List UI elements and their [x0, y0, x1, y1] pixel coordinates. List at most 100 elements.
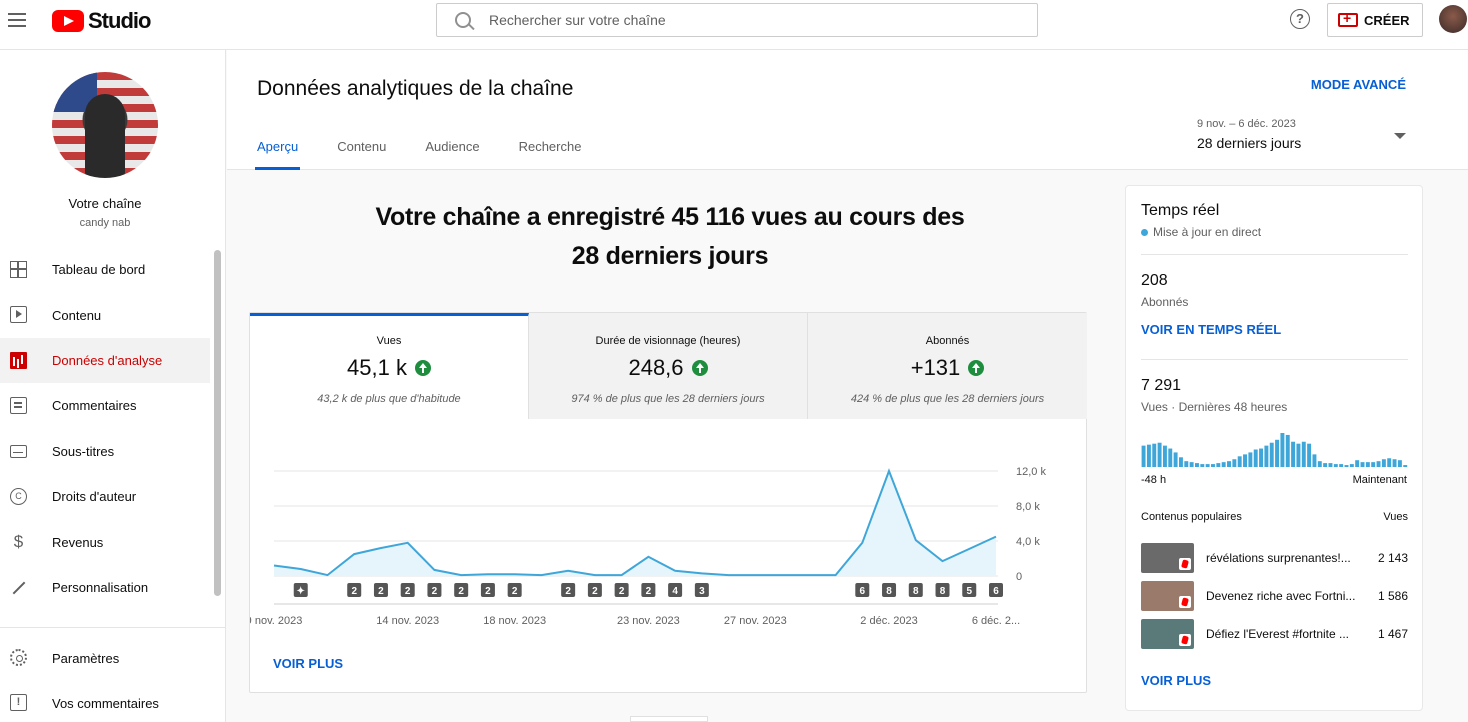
realtime-link[interactable]: VOIR EN TEMPS RÉEL [1141, 322, 1281, 337]
upload-marker-label: 2 [592, 586, 598, 597]
metric-value-row: 248,6 [529, 355, 807, 381]
sidebar-item-feedback[interactable]: ! Vos commentaires [0, 683, 226, 722]
tab-audience[interactable]: Audience [425, 139, 479, 170]
popular-item[interactable]: révélations surprenantes!... 2 143 [1141, 543, 1408, 573]
views-chart[interactable]: 12,0 k 8,0 k 4,0 k 0 ✦ 2 2 2 2 2 2 2 2 2 2 2 4 3 6 8 8 8 5 6 9 n… [250, 453, 1086, 643]
channel-avatar[interactable] [52, 72, 158, 178]
channel-title: Votre chaîne [68, 196, 142, 211]
date-range-selector[interactable]: 9 nov. – 6 déc. 2023 28 derniers jours [1197, 118, 1301, 151]
sidebar-item-dashboard[interactable]: Tableau de bord [0, 247, 210, 292]
y-tick-label: 12,0 k [1016, 466, 1046, 478]
upload-marker-label: 8 [886, 586, 892, 597]
sidebar-item-customization[interactable]: Personnalisation [0, 565, 210, 610]
spark-end-label: Maintenant [1352, 474, 1407, 486]
sidebar-nav: Tableau de bord Contenu Données d'analys… [0, 247, 210, 610]
y-tick-label: 0 [1016, 571, 1022, 583]
popular-item-views: 1 586 [1377, 589, 1408, 603]
popular-item[interactable]: Défiez l'Everest #fortnite ... 1 467 [1141, 619, 1408, 649]
search-bar[interactable] [436, 3, 1038, 37]
upload-marker-label: 6 [993, 586, 999, 597]
video-thumbnail [1141, 619, 1194, 649]
tab-content[interactable]: Contenu [337, 139, 386, 170]
spark-bar [1248, 452, 1253, 467]
sidebar-item-analytics[interactable]: Données d'analyse [0, 337, 210, 384]
upload-marker-label: 2 [512, 586, 518, 597]
advanced-mode-button[interactable]: MODE AVANCÉ [1311, 77, 1406, 92]
popular-header-title: Contenus populaires [1141, 511, 1242, 523]
chevron-down-icon[interactable] [1394, 133, 1406, 139]
metric-value: 248,6 [628, 355, 684, 380]
spark-bar [1301, 441, 1306, 467]
popular-item-views: 1 467 [1377, 627, 1408, 641]
popular-item[interactable]: Devenez riche avec Fortni... 1 586 [1141, 581, 1408, 611]
channel-handle: candy nab [79, 217, 131, 229]
spark-bar [1253, 449, 1258, 467]
top-bar: Studio ? CRÉER [0, 0, 1468, 50]
metric-comparison: 43,2 k de plus que d'habitude [317, 393, 461, 405]
analytics-tabs: Aperçu Contenu Audience Recherche [254, 139, 620, 170]
spark-bar [1178, 457, 1183, 467]
popular-item-views: 2 143 [1377, 551, 1408, 565]
metric-tab-views[interactable]: Vues 45,1 k 43,2 k de plus que d'habitud… [250, 313, 529, 419]
menu-icon[interactable] [8, 10, 28, 30]
metric-label: Abonnés [925, 335, 970, 347]
analytics-header: Données analytiques de la chaîne MODE AV… [227, 50, 1468, 170]
spark-bar [1317, 461, 1322, 467]
sidebar-item-content[interactable]: Contenu [0, 292, 210, 337]
sidebar-item-revenue[interactable]: $ Revenus [0, 519, 210, 564]
spark-bar [1237, 456, 1242, 467]
x-tick-label: 23 nov. 2023 [617, 615, 680, 627]
sidebar-item-copyright[interactable]: C Droits d'auteur [0, 474, 210, 519]
revenue-icon: $ [13, 532, 24, 552]
help-icon[interactable]: ? [1290, 9, 1310, 29]
comments-icon [10, 397, 27, 415]
spark-bar [1168, 448, 1173, 467]
sidebar-item-subtitles[interactable]: Sous-titres [0, 429, 210, 474]
copyright-icon: C [10, 487, 27, 505]
spark-bar [1371, 462, 1376, 467]
sidebar-item-settings[interactable]: Paramètres [0, 638, 226, 678]
spark-bar [1323, 463, 1328, 467]
sidebar-scrollbar[interactable] [214, 250, 221, 596]
spark-bar [1243, 454, 1247, 467]
realtime-bar-chart[interactable] [1141, 431, 1408, 467]
spark-start-label: -48 h [1141, 474, 1167, 486]
tab-overview[interactable]: Aperçu [254, 139, 301, 170]
see-more-link[interactable]: VOIR PLUS [273, 656, 343, 671]
upload-marker-label: 2 [485, 586, 491, 597]
spark-bar [1152, 443, 1157, 467]
chart-area [274, 471, 996, 576]
search-input[interactable] [489, 4, 1029, 36]
metric-tab-subscribers[interactable]: Abonnés +131 424 % de plus que les 28 de… [808, 313, 1087, 419]
realtime-card: Temps réel Mise à jour en direct 208 Abo… [1125, 185, 1423, 711]
spark-bar [1307, 443, 1312, 467]
x-tick-label: 6 déc. 2... [972, 615, 1020, 627]
sidebar-item-comments[interactable]: Commentaires [0, 383, 210, 428]
shorts-icon [1179, 634, 1191, 646]
tab-research[interactable]: Recherche [519, 139, 582, 170]
upload-marker-label: 8 [913, 586, 919, 597]
metric-value-row: +131 [808, 355, 1087, 381]
create-button[interactable]: CRÉER [1327, 3, 1423, 37]
upload-marker-label: 2 [458, 586, 464, 597]
sidebar-item-label: Sous-titres [52, 443, 115, 459]
video-thumbnail [1141, 581, 1194, 611]
live-dot-icon [1141, 228, 1148, 236]
studio-logo[interactable]: Studio [52, 8, 151, 34]
spark-bar [1360, 462, 1365, 467]
divider [1141, 254, 1408, 255]
spark-bar [1195, 463, 1199, 467]
metric-tab-watch-time[interactable]: Durée de visionnage (heures) 248,6 974 %… [529, 313, 808, 419]
video-thumbnail [1141, 543, 1194, 573]
live-indicator: Mise à jour en direct [1141, 225, 1261, 239]
spark-bar [1339, 464, 1344, 467]
sidebar: Votre chaîne candy nab Tableau de bord C… [0, 50, 226, 722]
feedback-icon: ! [10, 694, 27, 711]
logo-text: Studio [88, 8, 151, 33]
sidebar-item-label: Vos commentaires [52, 695, 159, 711]
account-avatar[interactable] [1439, 5, 1467, 33]
realtime-see-more-link[interactable]: VOIR PLUS [1141, 673, 1211, 688]
spark-bar [1355, 460, 1360, 467]
spark-bar [1403, 465, 1408, 467]
upload-marker-label: 2 [619, 586, 625, 597]
